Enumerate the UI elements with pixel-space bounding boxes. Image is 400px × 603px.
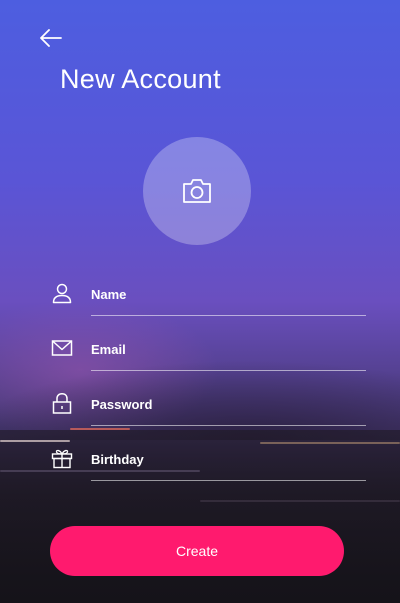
envelope-icon <box>50 336 74 360</box>
user-icon <box>50 281 74 305</box>
new-account-screen: New Account Name Email Birthday Create <box>0 0 400 603</box>
email-underline <box>91 370 366 371</box>
email-field <box>50 336 366 376</box>
light-streak <box>200 500 400 502</box>
name-underline <box>91 315 366 316</box>
back-button[interactable] <box>38 26 64 50</box>
name-field <box>50 281 366 321</box>
name-input[interactable] <box>91 281 366 307</box>
gift-icon <box>50 446 74 470</box>
birthday-input[interactable] <box>91 446 366 472</box>
create-button[interactable]: Create <box>50 526 344 576</box>
password-underline <box>91 425 366 426</box>
light-streak <box>0 440 70 442</box>
birthday-field <box>50 446 366 486</box>
add-photo-button[interactable] <box>143 137 251 245</box>
birthday-underline <box>91 480 366 481</box>
email-input[interactable] <box>91 336 366 362</box>
page-title: New Account <box>60 64 221 94</box>
password-field <box>50 391 366 431</box>
light-streak <box>260 442 400 444</box>
password-input[interactable] <box>91 391 366 417</box>
arrow-left-icon <box>40 29 62 47</box>
camera-icon <box>183 179 211 203</box>
lock-icon <box>50 391 74 415</box>
